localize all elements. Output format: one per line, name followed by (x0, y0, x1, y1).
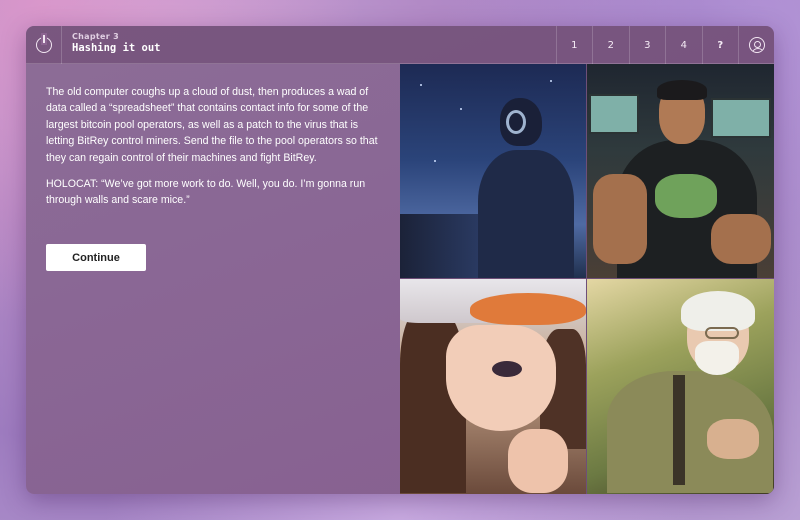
power-button[interactable] (26, 26, 62, 64)
game-window: Chapter 3 Hashing it out 1 2 3 4 ? The o… (26, 26, 774, 494)
nav-button-4[interactable]: 4 (665, 26, 702, 64)
power-icon (35, 35, 52, 53)
chapter-heading: Chapter 3 Hashing it out (62, 26, 556, 63)
nav-button-1[interactable]: 1 (555, 26, 593, 64)
nav-button-2[interactable]: 2 (592, 26, 629, 64)
profile-button[interactable] (738, 26, 774, 64)
image-pool-operator (587, 64, 774, 278)
chapter-title: Hashing it out (72, 42, 161, 54)
story-text: The old computer coughs up a cloud of du… (46, 84, 386, 209)
continue-button[interactable]: Continue (46, 244, 146, 271)
image-hacker-headphones (400, 64, 586, 278)
dialogue-paragraph: HOLOCAT: “We’ve got more work to do. Wel… (46, 178, 366, 207)
chapter-label: Chapter 3 (72, 32, 119, 41)
top-bar: Chapter 3 Hashing it out 1 2 3 4 ? (26, 26, 774, 64)
user-icon (748, 37, 765, 53)
nav-button-3[interactable]: 3 (628, 26, 666, 64)
character-image-grid (400, 64, 774, 494)
story-paragraph: The old computer coughs up a cloud of du… (46, 86, 378, 164)
help-button[interactable]: ? (701, 26, 739, 64)
image-girl-cap (400, 279, 586, 494)
image-old-man (587, 279, 774, 494)
